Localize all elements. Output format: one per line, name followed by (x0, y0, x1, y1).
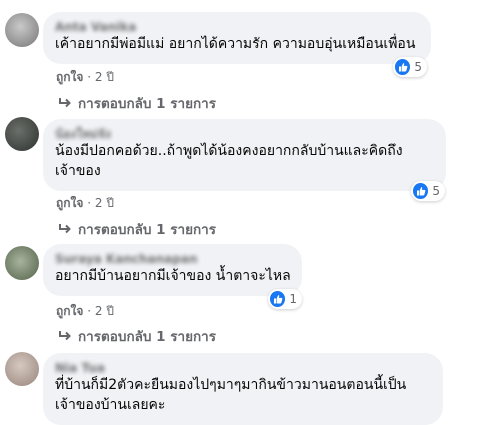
comment-author[interactable]: Suraya Kanchanapan (55, 252, 290, 266)
view-replies-link[interactable]: การตอบกลับ 1 รายการ (58, 92, 216, 114)
comment-meta: ถูกใจ · 2 ปี (56, 194, 114, 213)
comment-text: เค้าอยากมีพ่อมีแม่ อยากได้ความรัก ความอบ… (55, 36, 416, 52)
reply-arrow-icon (59, 224, 71, 234)
like-thumb-icon (413, 183, 429, 199)
comment-time[interactable]: 2 ปี (95, 70, 114, 84)
reaction-badge[interactable]: 5 (411, 181, 445, 201)
reply-arrow-icon (59, 331, 71, 341)
replies-label: การตอบกลับ 1 รายการ (78, 329, 217, 345)
comment-text: อยากมีบ้านอยากมีเจ้าของ น้ำตาจะไหล (55, 268, 291, 284)
like-link[interactable]: ถูกใจ (56, 196, 83, 210)
like-thumb-icon (270, 291, 286, 307)
comment-text: ที่บ้านก็มี2ตัวคะยืนมองไปๆมาๆมากินข้าวมา… (55, 377, 407, 413)
reaction-count: 1 (289, 292, 297, 306)
avatar[interactable] (5, 117, 39, 151)
comment-author[interactable]: น้องใหม่จัง (55, 127, 434, 141)
reaction-badge[interactable]: 1 (268, 289, 302, 309)
comment-bubble: Anta Vanika เค้าอยากมีพ่อมีแม่ อยากได้คว… (43, 12, 431, 64)
avatar[interactable] (5, 352, 39, 386)
meta-separator: · (87, 70, 92, 84)
reaction-badge[interactable]: 5 (393, 57, 427, 77)
view-replies-link[interactable]: การตอบกลับ 1 รายการ (58, 325, 216, 347)
comment-text: น้องมีปอกคอด้วย..ถ้าพูดได้น้องคงอยากกลับ… (55, 143, 403, 179)
avatar[interactable] (5, 246, 39, 280)
comment-meta: ถูกใจ · 2 ปี (56, 68, 114, 87)
view-replies-link[interactable]: การตอบกลับ 1 รายการ (58, 218, 216, 240)
reaction-count: 5 (414, 60, 422, 74)
like-link[interactable]: ถูกใจ (56, 70, 83, 84)
comment-time[interactable]: 2 ปี (95, 304, 114, 318)
replies-label: การตอบกลับ 1 รายการ (78, 96, 217, 112)
avatar[interactable] (5, 13, 39, 47)
comment-author[interactable]: Anta Vanika (55, 20, 419, 34)
comment-meta: ถูกใจ · 2 ปี (56, 302, 114, 321)
meta-separator: · (87, 304, 92, 318)
like-thumb-icon (395, 59, 411, 75)
comment-author[interactable]: Nia Tua (55, 361, 431, 375)
comment-bubble: น้องใหม่จัง น้องมีปอกคอด้วย..ถ้าพูดได้น้… (43, 119, 446, 191)
meta-separator: · (87, 196, 92, 210)
comment-bubble: Suraya Kanchanapan อยากมีบ้านอยากมีเจ้าข… (43, 244, 302, 296)
replies-label: การตอบกลับ 1 รายการ (78, 222, 217, 238)
reaction-count: 5 (432, 184, 440, 198)
comment-bubble: Nia Tua ที่บ้านก็มี2ตัวคะยืนมองไปๆมาๆมาก… (43, 353, 443, 425)
reply-arrow-icon (59, 98, 71, 108)
comment-time[interactable]: 2 ปี (95, 196, 114, 210)
like-link[interactable]: ถูกใจ (56, 304, 83, 318)
